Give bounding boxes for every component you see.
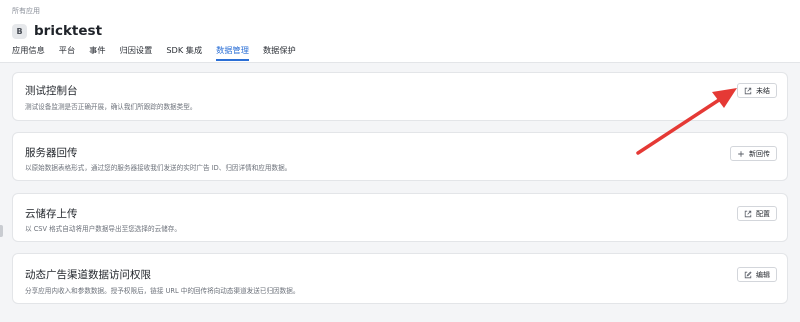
card-dynamic-ad-channel-access: 动态广告渠道数据访问权限 分享应用内收入和参数数据。授予权限后，链接 URL 中… (12, 253, 788, 304)
external-link-icon (744, 210, 752, 217)
button-label: 新回传 (749, 149, 770, 158)
plus-icon (738, 150, 744, 157)
card-description: 分享应用内收入和参数数据。授予权限后，链接 URL 中的回传将向动态渠道发送已归… (25, 287, 300, 295)
breadcrumb[interactable]: 所有应用 (12, 6, 40, 16)
open-test-console-button[interactable]: 未结 (737, 83, 777, 98)
card-title: 动态广告渠道数据访问权限 (25, 269, 151, 281)
tab-data-management[interactable]: 数据管理 (216, 44, 249, 61)
edit-button[interactable]: 编辑 (737, 267, 777, 282)
card-test-console: 测试控制台 测试设备监测是否正确开展，确认我们所跟踪的数据类型。 未结 (12, 72, 788, 121)
button-label: 编辑 (756, 270, 770, 279)
app-header: 所有应用 B bricktest 应用信息 平台 事件 归因设置 SDK 集成 … (0, 0, 800, 63)
card-server-postback: 服务器回传 以原始数据表格形式，通过您的服务器接收我们发送的实时广告 ID、归因… (12, 132, 788, 181)
card-title: 云储存上传 (25, 208, 78, 220)
card-description: 以 CSV 格式自动将用户数据导出至您选择的云储存。 (25, 225, 181, 233)
tab-app-info[interactable]: 应用信息 (12, 44, 45, 61)
external-link-icon (744, 87, 752, 94)
button-label: 未结 (756, 86, 770, 95)
tab-bar: 应用信息 平台 事件 归因设置 SDK 集成 数据管理 数据保护 (12, 44, 310, 62)
app-title-row: B bricktest (12, 22, 102, 40)
card-title: 服务器回传 (25, 147, 78, 159)
tab-events[interactable]: 事件 (89, 44, 105, 61)
configure-button[interactable]: 配置 (737, 206, 777, 221)
card-description: 以原始数据表格形式，通过您的服务器接收我们发送的实时广告 ID、归因详情和应用数… (25, 164, 292, 172)
app-avatar: B (12, 23, 27, 39)
app-name: bricktest (34, 23, 103, 39)
card-description: 测试设备监测是否正确开展，确认我们所跟踪的数据类型。 (25, 103, 197, 111)
button-label: 配置 (756, 209, 770, 218)
new-postback-button[interactable]: 新回传 (730, 146, 777, 161)
tab-sdk-integration[interactable]: SDK 集成 (166, 44, 202, 61)
tab-attribution-settings[interactable]: 归因设置 (120, 44, 153, 61)
tab-platform[interactable]: 平台 (59, 44, 75, 61)
card-cloud-storage-upload: 云储存上传 以 CSV 格式自动将用户数据导出至您选择的云储存。 配置 (12, 193, 788, 242)
card-title: 测试控制台 (25, 85, 78, 97)
edit-icon (744, 270, 752, 278)
sidebar-toggle-handle[interactable] (0, 225, 3, 237)
tab-data-protection[interactable]: 数据保护 (263, 44, 296, 61)
